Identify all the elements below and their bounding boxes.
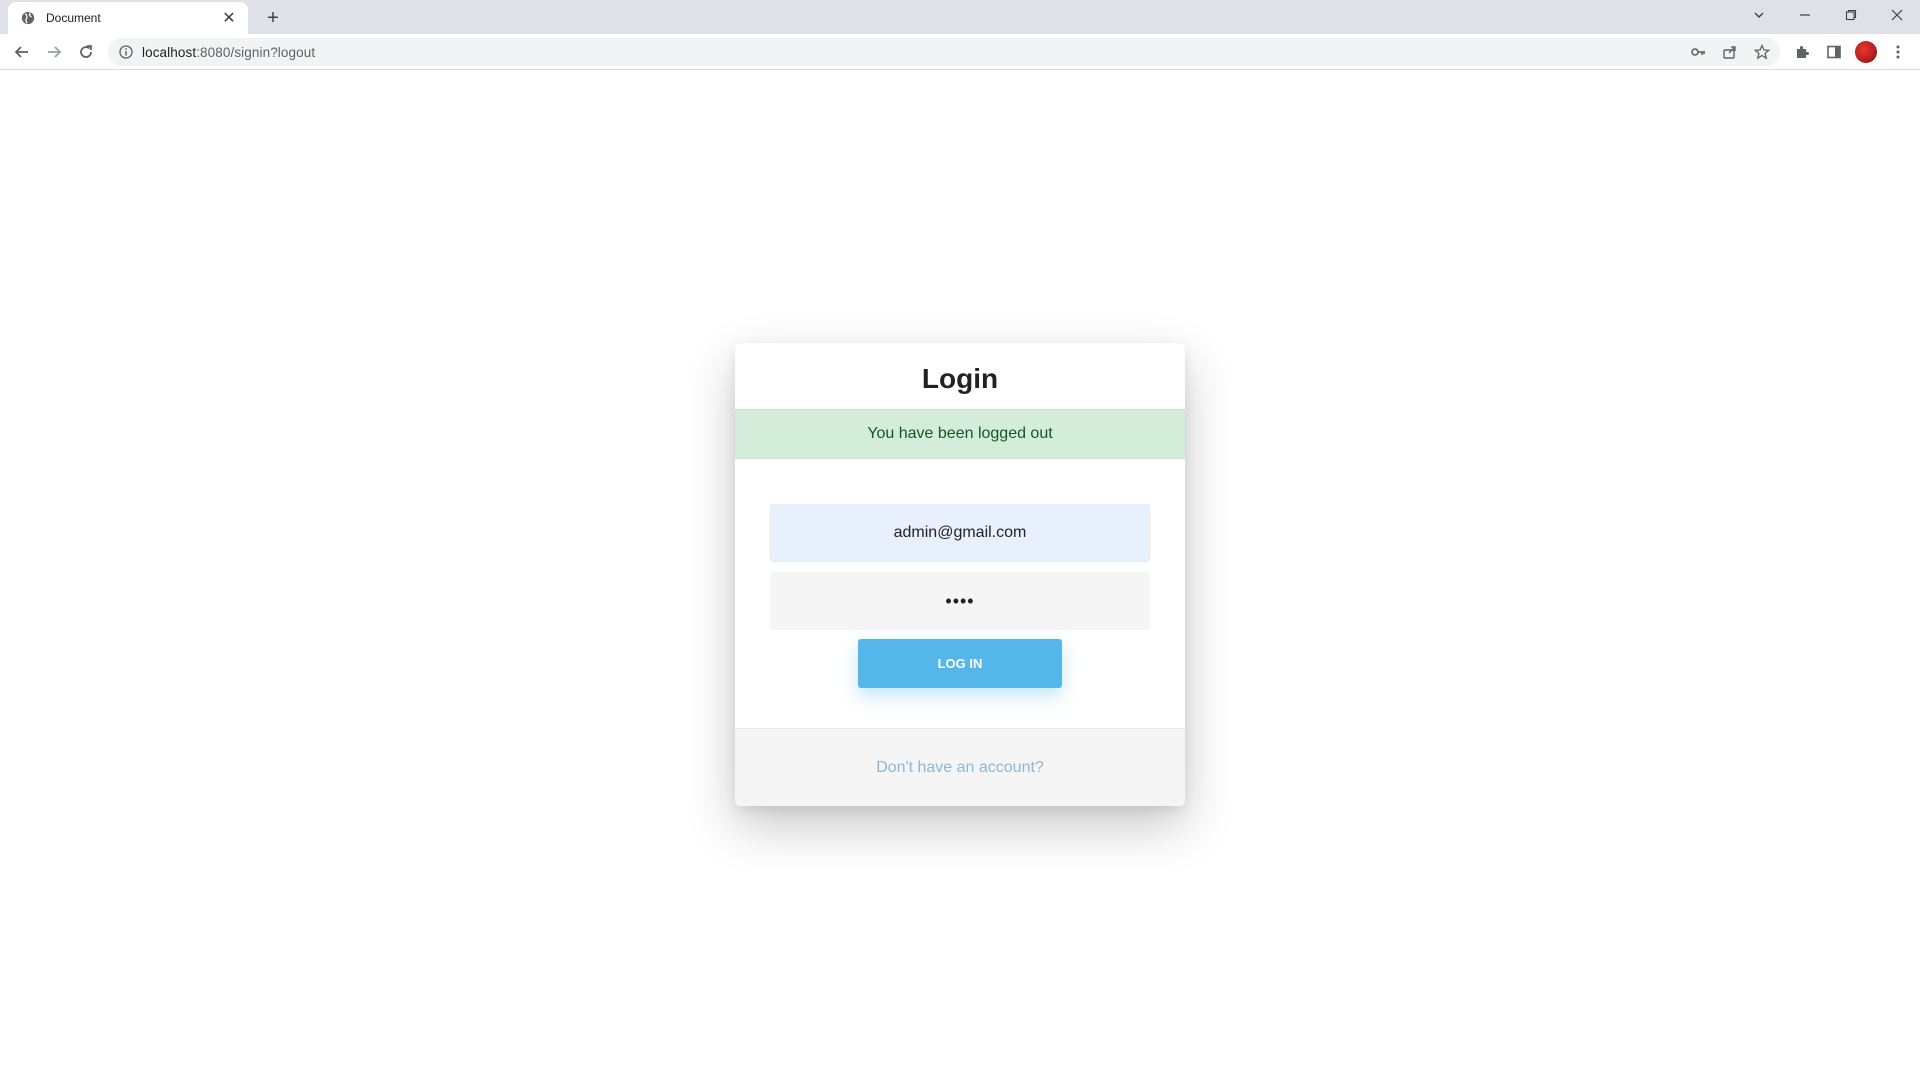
info-icon[interactable] [118, 44, 134, 60]
share-icon[interactable] [1718, 40, 1742, 64]
login-card: Login You have been logged out LOG IN Do… [735, 343, 1185, 806]
alert-message: You have been logged out [867, 425, 1053, 442]
close-tab-icon[interactable]: ✕ [220, 9, 238, 27]
extensions-puzzle-icon[interactable] [1788, 38, 1816, 66]
browser-tab[interactable]: Document ✕ [8, 2, 248, 34]
tab-title: Document [46, 11, 101, 25]
minimize-button[interactable] [1782, 0, 1828, 30]
logout-alert: You have been logged out [735, 409, 1185, 459]
browser-toolbar: localhost:8080/signin?logout [0, 34, 1920, 70]
signup-link[interactable]: Don't have an account? [876, 759, 1044, 777]
back-arrow-icon[interactable] [8, 38, 36, 66]
side-panel-icon[interactable] [1820, 38, 1848, 66]
url-text: localhost:8080/signin?logout [142, 45, 315, 60]
card-footer: Don't have an account? [735, 728, 1185, 806]
tab-search-icon[interactable] [1736, 0, 1782, 30]
menu-kebab-icon[interactable] [1884, 38, 1912, 66]
avatar [1855, 41, 1877, 63]
key-icon[interactable] [1686, 40, 1710, 64]
password-field[interactable] [770, 572, 1150, 630]
close-window-button[interactable] [1874, 0, 1920, 30]
star-icon[interactable] [1750, 40, 1774, 64]
address-bar[interactable]: localhost:8080/signin?logout [108, 38, 1780, 66]
login-button[interactable]: LOG IN [858, 639, 1062, 688]
url-host: localhost [142, 44, 197, 60]
url-path: :8080/signin?logout [196, 44, 316, 60]
reload-icon[interactable] [72, 38, 100, 66]
profile-avatar[interactable] [1852, 38, 1880, 66]
restore-button[interactable] [1828, 0, 1874, 30]
email-field[interactable] [770, 504, 1150, 562]
new-tab-button[interactable]: + [260, 6, 286, 30]
tab-strip: Document ✕ + [0, 0, 1920, 34]
page-title: Login [921, 363, 999, 394]
forward-arrow-icon[interactable] [40, 38, 68, 66]
globe-icon [20, 10, 36, 26]
